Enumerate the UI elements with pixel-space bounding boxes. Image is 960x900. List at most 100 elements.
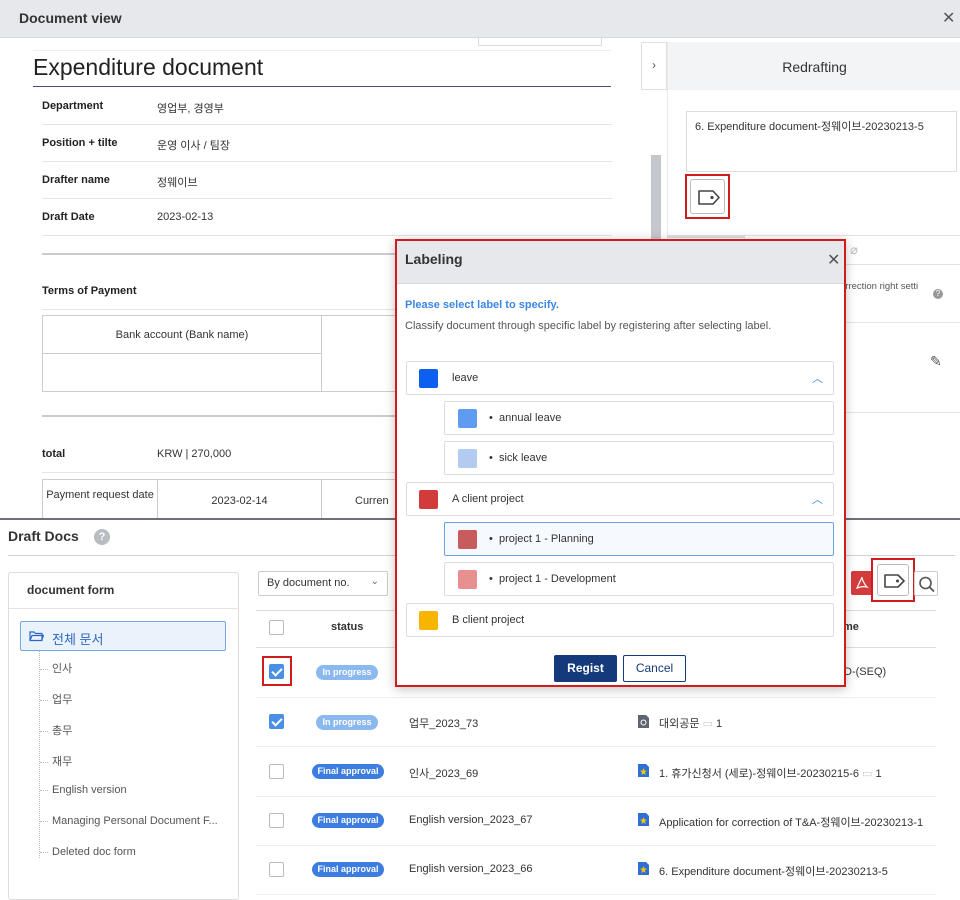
chevron-up-icon[interactable]: ︿ (812, 370, 823, 386)
label-color-swatch (419, 490, 438, 509)
row-checkbox[interactable] (269, 862, 284, 877)
label-item-project-1-planning[interactable]: • project 1 - Planning (444, 522, 834, 556)
label-color-swatch (458, 409, 477, 428)
label-color-swatch (419, 369, 438, 388)
field-value: 정웨이브 (157, 177, 198, 189)
total-label: total (42, 448, 66, 460)
instruction-text: Classify document through specific label… (405, 320, 772, 332)
label-name: • project 1 - Planning (489, 533, 594, 545)
comment-icon: ▭ (702, 718, 713, 730)
labeling-dialog: Labeling ✕ Please select label to specif… (395, 239, 846, 687)
tree-root-all-documents[interactable]: 전체 문서 (20, 621, 226, 651)
tree-item[interactable]: 재무 (40, 753, 72, 769)
label-group-b-client-project[interactable]: B client project (406, 603, 834, 637)
label-color-swatch (458, 570, 477, 589)
help-icon[interactable]: ? (933, 289, 943, 299)
label-name: leave (452, 372, 479, 384)
row-checkbox[interactable] (269, 664, 284, 679)
document-number: English version_2023_66 (409, 863, 533, 875)
document-star-icon (638, 862, 649, 875)
label-item-project-1-development[interactable]: • project 1 - Development (444, 562, 834, 596)
label-group-a-client-project[interactable]: A client project ︿ (406, 482, 834, 516)
cancel-button[interactable]: Cancel (623, 655, 686, 682)
attachment-icon[interactable]: ⌀ (850, 242, 858, 258)
document-star-icon (638, 813, 649, 826)
field-value: 2023-02-13 (157, 211, 214, 223)
tree-item[interactable]: English version (40, 784, 127, 796)
tree-root-label: 전체 문서 (52, 632, 104, 647)
dialog-title: Labeling (405, 251, 463, 267)
document-name[interactable]: 1. 휴가신청서 (세로)-정웨이브-20230215-6 ▭ 1 (659, 765, 882, 781)
tree-item[interactable]: Deleted doc form (40, 846, 136, 858)
pdf-icon[interactable] (851, 571, 873, 595)
row-divider (256, 746, 936, 747)
tag-icon (698, 190, 720, 205)
divider (33, 50, 611, 51)
comment-count: 1 (875, 768, 882, 780)
tree-item-label: 재무 (52, 756, 73, 768)
field-row: Draft Date 2023-02-13 (42, 199, 612, 236)
label-button[interactable] (877, 564, 909, 596)
label-button-highlight (871, 558, 915, 602)
row-checkbox[interactable] (269, 764, 284, 779)
divider (9, 608, 238, 609)
help-icon[interactable]: ? (94, 529, 110, 545)
draft-docs-title: Draft Docs (8, 528, 79, 544)
comment-icon: ▭ (862, 768, 873, 780)
document-number: English version_2023_67 (409, 814, 533, 826)
field-row: Department 영업부, 경영부 (42, 88, 612, 125)
chevron-up-icon[interactable]: ︿ (812, 491, 823, 507)
label-color-swatch (458, 530, 477, 549)
document-icon (638, 715, 649, 728)
field-value: 운영 이사 / 팀장 (157, 140, 230, 152)
tree-item-label: 업무 (52, 694, 73, 706)
document-name[interactable]: D-(SEQ) (844, 666, 886, 678)
correction-text: orrection right setti (840, 281, 919, 292)
currency-label: Curren (355, 495, 389, 507)
close-icon[interactable]: ✕ (827, 250, 840, 270)
label-button-highlight (685, 174, 730, 219)
search-button[interactable] (914, 571, 938, 596)
document-number: 업무_2023_73 (409, 718, 479, 730)
payment-request-label: Payment request date (43, 480, 158, 520)
tree-item[interactable]: 총무 (40, 722, 72, 738)
label-name: • project 1 - Development (489, 573, 616, 585)
close-icon[interactable]: ✕ (942, 8, 955, 28)
redraft-textarea[interactable]: 6. Expenditure document-정웨이브-20230213-5 (686, 111, 957, 172)
row-checkbox[interactable] (269, 813, 284, 828)
folder-open-icon (29, 631, 44, 642)
label-item-sick-leave[interactable]: • sick leave (444, 441, 834, 475)
label-item-annual-leave[interactable]: • annual leave (444, 401, 834, 435)
tree-item-label: Managing Personal Document F... (52, 815, 218, 827)
field-label: Drafter name (42, 174, 110, 186)
tree-item-label: Deleted doc form (52, 846, 136, 858)
label-name: • sick leave (489, 452, 548, 464)
tree-item[interactable]: 업무 (40, 691, 72, 707)
bank-header: Bank account (Bank name) (43, 316, 322, 354)
select-all-checkbox[interactable] (269, 620, 284, 635)
document-number: 인사_2023_69 (409, 768, 479, 780)
row-divider (256, 796, 936, 797)
status-badge: Final approval (312, 813, 384, 828)
row-checkbox[interactable] (269, 714, 284, 729)
label-button[interactable] (690, 179, 725, 214)
status-badge: In progress (316, 715, 378, 730)
document-name[interactable]: Application for correction of T&A-정웨이브-2… (659, 814, 923, 830)
tree-item-label: English version (52, 784, 127, 796)
tree-item[interactable]: 인사 (40, 660, 72, 676)
collapse-panel-button[interactable]: › (641, 42, 667, 90)
document-name[interactable]: 대외공문 ▭ 1 (659, 715, 722, 731)
field-row: Drafter name 정웨이브 (42, 162, 612, 199)
column-header-status: status (331, 621, 364, 633)
status-badge: Final approval (312, 764, 384, 779)
label-name: • annual leave (489, 412, 562, 424)
label-group-leave[interactable]: leave ︿ (406, 361, 834, 395)
chevron-right-icon: › (652, 58, 656, 72)
regist-button[interactable]: Regist (554, 655, 617, 682)
sort-select[interactable]: By document no. ⌄ (258, 571, 388, 596)
tree-item[interactable]: Managing Personal Document F... (40, 815, 218, 827)
field-row: Position + tilte 운영 이사 / 팀장 (42, 125, 612, 162)
status-badge: Final approval (312, 862, 384, 877)
document-name[interactable]: 6. Expenditure document-정웨이브-20230213-5 (659, 863, 888, 879)
edit-icon[interactable]: ✎ (930, 353, 942, 370)
